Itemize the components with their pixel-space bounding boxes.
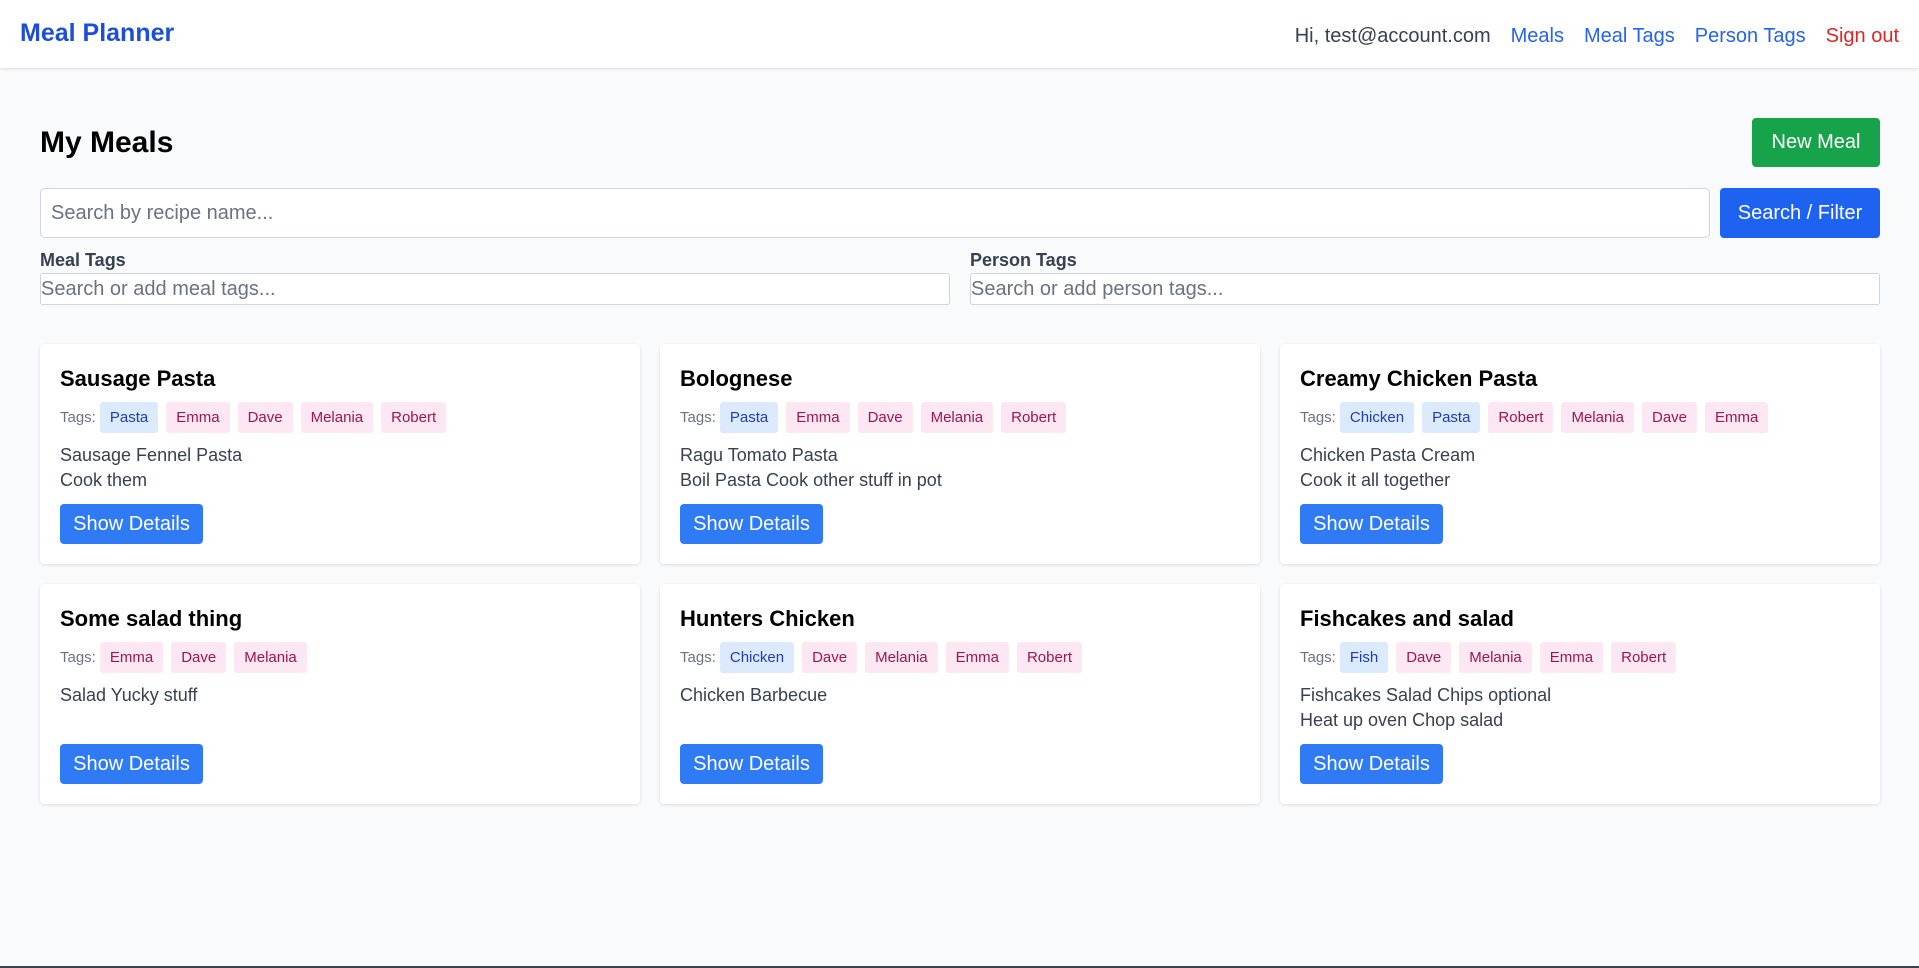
person-tag-chip: Dave (857, 402, 913, 433)
meal-tags-row: Tags: Chicken Dave Melania Emma Robert (680, 642, 1240, 673)
meal-description: Fishcakes Salad Chips optional Heat up ov… (1300, 683, 1860, 733)
nav-links: Hi, test@account.com Meals Meal Tags Per… (1295, 25, 1899, 48)
tag-filters: Meal Tags Person Tags (40, 250, 1880, 344)
person-tag-chip: Robert (1611, 642, 1677, 673)
tags-label: Tags: (60, 409, 96, 426)
person-tag-chip: Robert (1488, 402, 1554, 433)
person-tag-chip: Melania (300, 402, 374, 433)
person-tags-input[interactable] (970, 273, 1880, 305)
sign-out-link[interactable]: Sign out (1826, 25, 1899, 48)
meal-description: Sausage Fennel Pasta Cook them (60, 443, 620, 493)
meal-description: Ragu Tomato Pasta Boil Pasta Cook other s… (680, 443, 1240, 493)
meal-ingredients: Chicken Barbecue (680, 685, 828, 705)
meal-tag-chip: Pasta (719, 402, 779, 433)
nav-link-meal-tags[interactable]: Meal Tags (1584, 25, 1675, 48)
meal-tag-chip: Pasta (99, 402, 159, 433)
person-tag-chip: Emma (1705, 402, 1769, 433)
meal-tags-row: Tags: Pasta Emma Dave Melania Robert (680, 402, 1240, 433)
meal-tags-row: Tags: Pasta Emma Dave Melania Robert (60, 402, 620, 433)
show-details-button[interactable]: Show Details (680, 504, 823, 544)
meal-card: Bolognese Tags: Pasta Emma Dave Melania Robert… (660, 344, 1260, 564)
person-tag-chip: Robert (1001, 402, 1067, 433)
meal-card-grid: Sausage Pasta Tags: Pasta Emma Dave Melania Ro… (40, 344, 1880, 804)
person-tag-chip: Melania (865, 642, 938, 673)
meal-method: Cook it all together (1300, 470, 1451, 490)
person-tag-chip: Melania (920, 402, 994, 433)
brand-logo-link[interactable]: Meal Planner (20, 19, 174, 48)
meal-title: Hunters Chicken (680, 606, 855, 631)
meal-ingredients: Fishcakes Salad Chips optional (1300, 685, 1552, 705)
meal-tag-chip: Pasta (1422, 402, 1481, 433)
meal-method: Cook them (60, 470, 148, 490)
nav-link-meals[interactable]: Meals (1511, 25, 1564, 48)
search-bar: Search / Filter (40, 188, 1880, 238)
person-tag-chip: Melania (1561, 402, 1634, 433)
meal-tags-row: Tags: Chicken Pasta Robert Melania Dave Emma (1300, 402, 1860, 433)
recipe-search-input[interactable] (40, 188, 1710, 238)
meal-ingredients: Salad Yucky stuff (60, 685, 198, 705)
meal-tags-row: Tags: Fish Dave Melania Emma Robert (1300, 642, 1860, 673)
page-title: My Meals (40, 126, 174, 159)
meal-card: Some salad thing Tags: Emma Dave Melania Sala… (40, 584, 640, 804)
person-tag-chip: Emma (99, 642, 164, 673)
person-tag-chip: Dave (1396, 642, 1452, 673)
person-tag-chip: Emma (166, 402, 230, 433)
tags-label: Tags: (1300, 649, 1336, 666)
person-tag-chip: Dave (237, 402, 293, 433)
person-tag-chip: Melania (234, 642, 307, 673)
person-tag-chip: Robert (381, 402, 447, 433)
meal-tag-chip: Chicken (719, 642, 795, 673)
search-filter-button[interactable]: Search / Filter (1720, 188, 1880, 238)
meal-title: Creamy Chicken Pasta (1300, 366, 1538, 391)
meal-description: Salad Yucky stuff (60, 683, 620, 733)
meal-tag-chip: Fish (1339, 642, 1389, 673)
show-details-button[interactable]: Show Details (680, 744, 823, 784)
meal-description: Chicken Barbecue (680, 683, 1240, 733)
nav-link-person-tags[interactable]: Person Tags (1695, 25, 1806, 48)
person-tag-chip: Dave (802, 642, 858, 673)
meal-title: Sausage Pasta (60, 366, 216, 391)
new-meal-button[interactable]: New Meal (1752, 118, 1880, 167)
meal-card: Creamy Chicken Pasta Tags: Chicken Pasta Rob… (1280, 344, 1880, 564)
meal-card: Fishcakes and salad Tags: Fish Dave Melania E… (1280, 584, 1880, 804)
meal-description: Chicken Pasta Cream Cook it all together (1300, 443, 1860, 493)
meal-ingredients: Sausage Fennel Pasta (60, 445, 243, 465)
top-navbar: Meal Planner Hi, test@account.com Meals … (0, 0, 1919, 68)
meal-ingredients: Ragu Tomato Pasta (680, 445, 838, 465)
show-details-button[interactable]: Show Details (1300, 744, 1443, 784)
meal-method: Heat up oven Chop salad (1300, 710, 1504, 730)
meal-card: Hunters Chicken Tags: Chicken Dave Melania Em… (660, 584, 1260, 804)
meal-title: Fishcakes and salad (1300, 606, 1514, 631)
meal-title: Bolognese (680, 366, 793, 391)
meal-tag-chip: Chicken (1339, 402, 1415, 433)
person-tags-label: Person Tags (970, 250, 1077, 270)
show-details-button[interactable]: Show Details (60, 504, 203, 544)
tags-label: Tags: (680, 649, 716, 666)
tags-label: Tags: (1300, 409, 1336, 426)
person-tag-chip: Emma (945, 642, 1009, 673)
meal-tags-input[interactable] (40, 273, 950, 305)
tags-label: Tags: (680, 409, 716, 426)
main-content: My Meals New Meal Search / Filter Meal T… (40, 68, 1880, 804)
meal-tags-filter: Meal Tags (40, 250, 950, 305)
page-header: My Meals New Meal (40, 68, 1880, 188)
meal-ingredients: Chicken Pasta Cream (1300, 445, 1476, 465)
person-tag-chip: Emma (1539, 642, 1604, 673)
show-details-button[interactable]: Show Details (60, 744, 203, 784)
show-details-button[interactable]: Show Details (1300, 504, 1443, 544)
meal-title: Some salad thing (60, 606, 243, 631)
person-tag-chip: Melania (1459, 642, 1532, 673)
tags-label: Tags: (60, 649, 96, 666)
person-tag-chip: Emma (786, 402, 850, 433)
meal-tags-row: Tags: Emma Dave Melania (60, 642, 620, 673)
user-greeting: Hi, test@account.com (1294, 24, 1491, 47)
meal-tags-label: Meal Tags (40, 250, 126, 270)
person-tag-chip: Robert (1016, 642, 1082, 673)
person-tag-chip: Dave (1641, 402, 1698, 433)
meal-method: Boil Pasta Cook other stuff in pot (680, 470, 942, 490)
meal-card: Sausage Pasta Tags: Pasta Emma Dave Melania Ro… (40, 344, 640, 564)
person-tags-filter: Person Tags (970, 250, 1880, 305)
person-tag-chip: Dave (171, 642, 227, 673)
